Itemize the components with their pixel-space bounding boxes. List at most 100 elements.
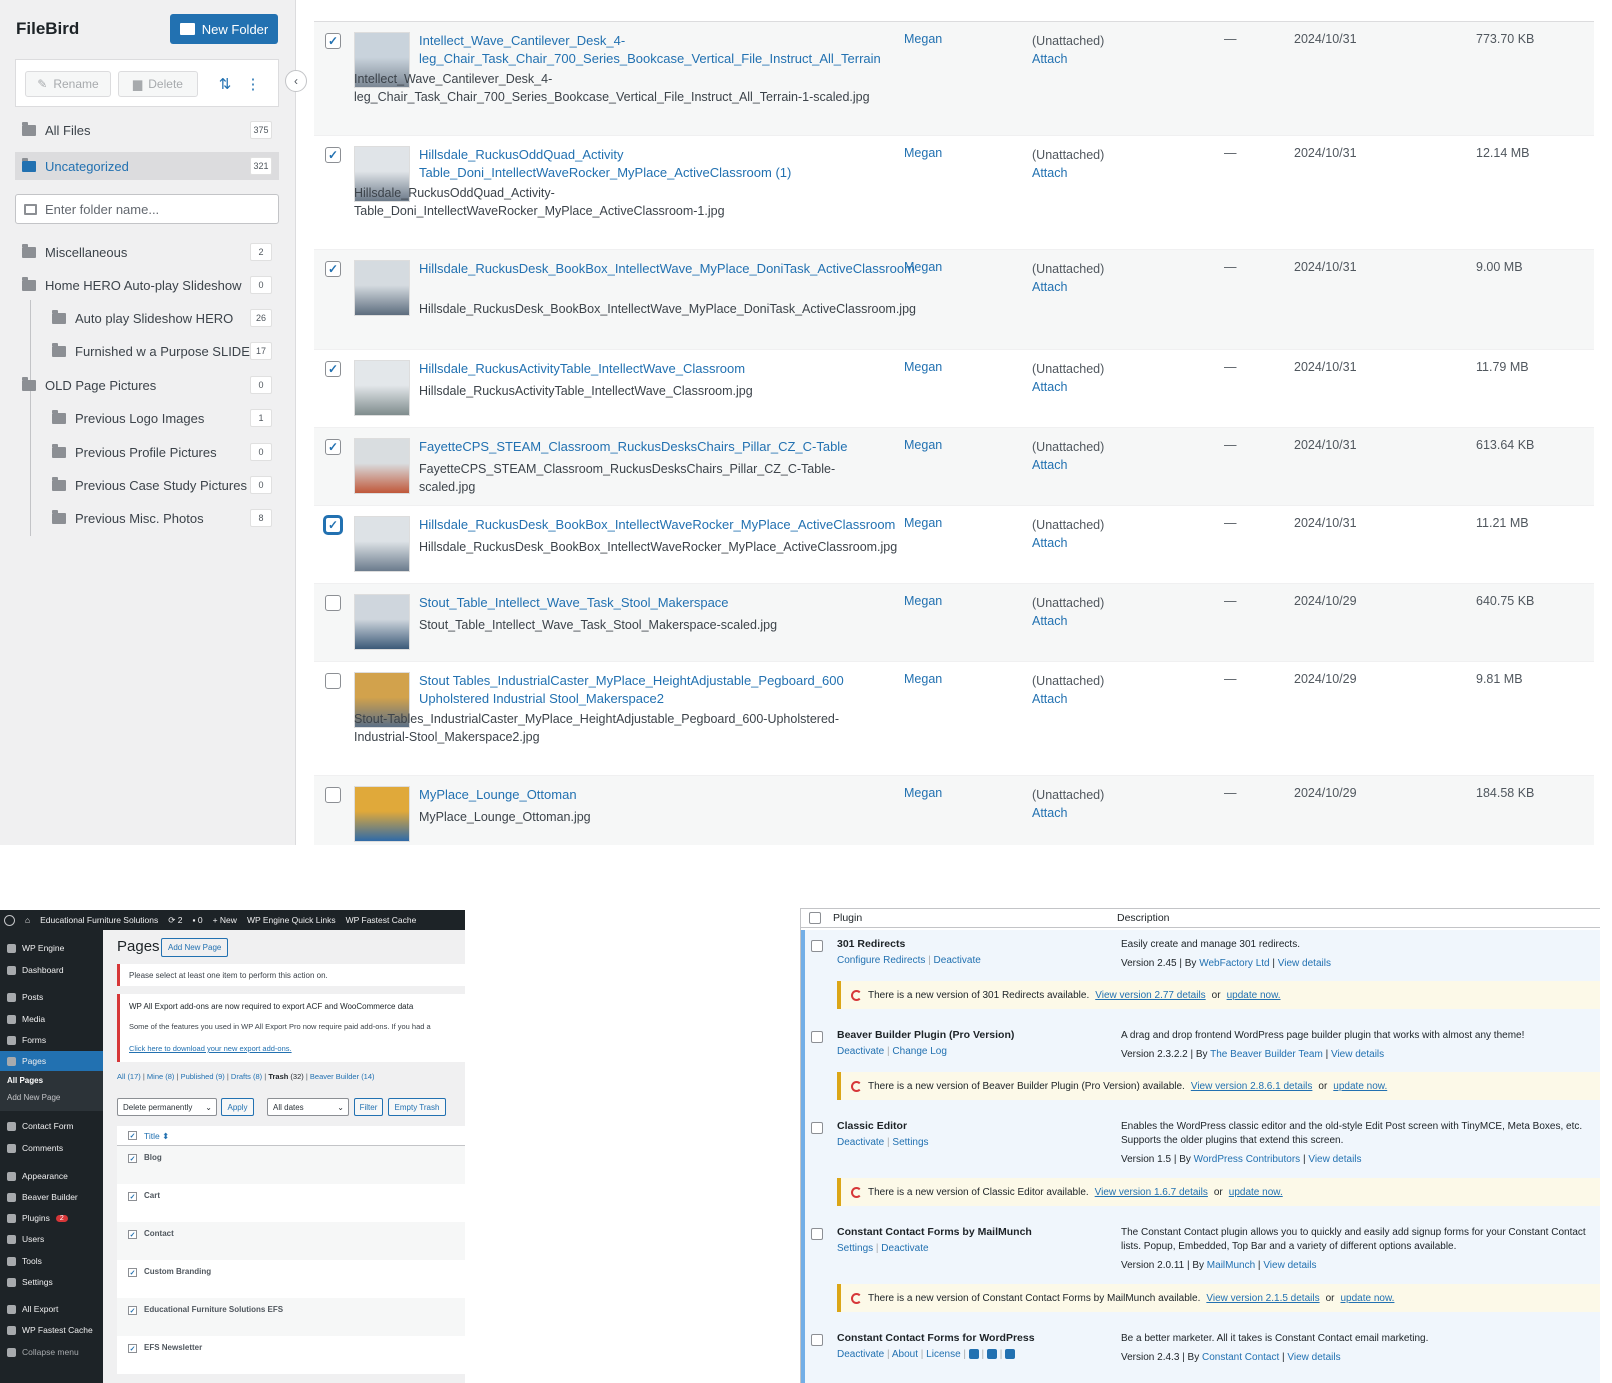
attach-link[interactable]: Attach (1032, 456, 1104, 474)
view-details-link[interactable]: View details (1308, 1154, 1361, 1165)
filter-mine[interactable]: Mine (8) (147, 1072, 175, 1081)
plugin-author-link[interactable]: WebFactory Ltd (1199, 958, 1269, 969)
plugin-action-link[interactable]: Deactivate (837, 1349, 884, 1360)
author-link[interactable]: Megan (904, 516, 942, 530)
row-checkbox[interactable]: ✓ (128, 1192, 137, 1201)
view-version-link[interactable]: View version 2.1.5 details (1206, 1293, 1319, 1304)
media-thumbnail[interactable] (354, 594, 410, 650)
folder-all-files[interactable]: All Files 375 (22, 116, 272, 144)
row-checkbox[interactable]: ✓ (325, 361, 341, 377)
sort-icon[interactable]: ⇅ (212, 71, 238, 97)
new-folder-button[interactable]: New Folder (170, 14, 278, 44)
attach-link[interactable]: Attach (1032, 378, 1104, 396)
page-title-text[interactable]: Blog (144, 1153, 162, 1162)
media-title-link[interactable]: Hillsdale_RuckusActivityTable_IntellectW… (419, 360, 889, 378)
rename-button[interactable]: ✎ Rename (25, 71, 111, 97)
menu-contact-form[interactable]: Contact Form (0, 1116, 103, 1136)
folder-search-input[interactable]: Enter folder name... (15, 194, 279, 224)
view-details-link[interactable]: View details (1278, 958, 1331, 969)
row-checkbox[interactable]: ✓ (128, 1344, 137, 1353)
update-now-link[interactable]: update now. (1229, 1187, 1283, 1198)
menu-users[interactable]: Users (0, 1229, 103, 1249)
plugin-author-link[interactable]: WordPress Contributors (1194, 1154, 1301, 1165)
media-title-link[interactable]: Hillsdale_RuckusDesk_BookBox_IntellectWa… (419, 260, 915, 278)
menu-dashboard[interactable]: Dashboard (0, 960, 103, 980)
plugin-action-link[interactable]: Deactivate (881, 1243, 928, 1254)
plugin-checkbox[interactable] (811, 1122, 823, 1134)
folder-item[interactable]: Previous Profile Pictures 0 (52, 438, 272, 466)
folder-item[interactable]: Previous Case Study Pictures 0 (52, 471, 272, 499)
row-checkbox[interactable]: ✓ (325, 147, 341, 163)
bulk-action-select[interactable]: Delete permanently ⌄ (117, 1098, 217, 1116)
menu-beaver-builder[interactable]: Beaver Builder (0, 1187, 103, 1207)
apply-button[interactable]: Apply (221, 1098, 254, 1116)
folder-item[interactable]: Previous Logo Images 1 (52, 404, 272, 432)
media-title-link[interactable]: FayetteCPS_STEAM_Classroom_RuckusDesksCh… (419, 438, 889, 456)
export-addons-link[interactable]: Click here to download your new export a… (129, 1044, 292, 1053)
menu-plugins[interactable]: Plugins 2 (0, 1208, 103, 1228)
filter-trash[interactable]: Trash (32) (268, 1072, 303, 1081)
media-title-link[interactable]: Intellect_Wave_Cantilever_Desk_4-leg_Cha… (419, 32, 889, 68)
media-thumbnail[interactable] (354, 786, 410, 842)
facebook-icon[interactable] (968, 1349, 979, 1360)
view-version-link[interactable]: View version 2.77 details (1095, 990, 1205, 1001)
delete-button[interactable]: ▆ Delete (118, 71, 198, 97)
plugin-checkbox[interactable] (811, 1228, 823, 1240)
plugin-action-link[interactable]: Deactivate (837, 1046, 884, 1057)
menu-forms[interactable]: Forms (0, 1030, 103, 1050)
filter-button[interactable]: Filter (354, 1098, 383, 1116)
attach-link[interactable]: Attach (1032, 278, 1104, 296)
wordpress-logo-icon[interactable] (4, 914, 15, 926)
collapse-sidebar-button[interactable]: ‹ (285, 70, 307, 92)
view-version-link[interactable]: View version 2.8.6.1 details (1191, 1081, 1313, 1092)
page-title-text[interactable]: Educational Furniture Solutions EFS (144, 1305, 283, 1314)
site-name-link[interactable]: Educational Furniture Solutions (40, 915, 158, 925)
plugin-action-link[interactable]: About (892, 1349, 918, 1360)
media-title-link[interactable]: Stout Tables_IndustrialCaster_MyPlace_He… (419, 672, 889, 708)
attach-link[interactable]: Attach (1032, 690, 1104, 708)
plugin-author-link[interactable]: Constant Contact (1202, 1352, 1279, 1363)
menu-settings[interactable]: Settings (0, 1272, 103, 1292)
media-title-link[interactable]: Hillsdale_RuckusDesk_BookBox_IntellectWa… (419, 516, 895, 534)
attach-link[interactable]: Attach (1032, 612, 1104, 630)
menu-all-export[interactable]: All Export (0, 1299, 103, 1319)
comments-link[interactable]: ▪ 0 (192, 915, 202, 925)
plugin-checkbox[interactable] (811, 1031, 823, 1043)
add-new-page-button[interactable]: Add New Page (161, 938, 229, 957)
filter-all[interactable]: All (17) (117, 1072, 141, 1081)
plugin-checkbox[interactable] (811, 940, 823, 952)
fastest-cache-link[interactable]: WP Fastest Cache (346, 915, 417, 925)
row-checkbox[interactable]: ✓ (128, 1230, 137, 1239)
folder-item[interactable]: Miscellaneous 2 (22, 238, 272, 266)
date-filter-select[interactable]: All dates ⌄ (267, 1098, 349, 1116)
media-title-link[interactable]: MyPlace_Lounge_Ottoman (419, 786, 889, 804)
menu-wp-engine[interactable]: WP Engine (0, 938, 103, 958)
twitter-icon[interactable] (986, 1349, 997, 1360)
plugin-author-link[interactable]: MailMunch (1207, 1260, 1255, 1271)
view-details-link[interactable]: View details (1287, 1352, 1340, 1363)
row-checkbox[interactable] (325, 787, 341, 803)
menu-comments[interactable]: Comments (0, 1138, 103, 1158)
menu-tools[interactable]: Tools (0, 1251, 103, 1271)
row-checkbox[interactable] (325, 595, 341, 611)
update-now-link[interactable]: update now. (1227, 990, 1281, 1001)
plugin-action-link[interactable]: Settings (837, 1243, 873, 1254)
page-title-text[interactable]: EFS Newsletter (144, 1343, 202, 1352)
filter-beaver-builder[interactable]: Beaver Builder (14) (310, 1072, 375, 1081)
folder-uncategorized[interactable]: Uncategorized 321 (15, 152, 279, 180)
plugin-action-link[interactable]: Settings (892, 1137, 928, 1148)
updates-link[interactable]: ⟳ 2 (168, 915, 182, 926)
menu-media[interactable]: Media (0, 1009, 103, 1029)
empty-trash-button[interactable]: Empty Trash (388, 1098, 446, 1116)
new-link[interactable]: + New (213, 915, 237, 925)
row-checkbox[interactable]: ✓ (325, 33, 341, 49)
author-link[interactable]: Megan (904, 360, 942, 374)
row-checkbox[interactable]: ✓ (325, 261, 341, 277)
media-thumbnail[interactable] (354, 438, 410, 494)
media-title-link[interactable]: Hillsdale_RuckusOddQuad_Activity Table_D… (419, 146, 889, 182)
menu-appearance[interactable]: Appearance (0, 1166, 103, 1186)
folder-item[interactable]: Previous Misc. Photos 8 (52, 504, 272, 532)
plugin-checkbox[interactable] (811, 1334, 823, 1346)
attach-link[interactable]: Attach (1032, 804, 1104, 822)
media-thumbnail[interactable] (354, 260, 410, 316)
